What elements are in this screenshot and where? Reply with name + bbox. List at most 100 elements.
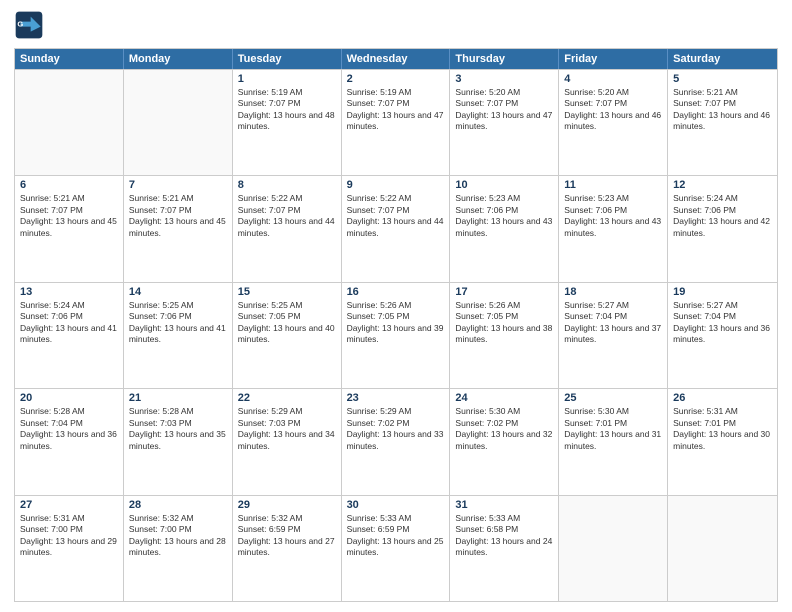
cal-cell-14: 14 Sunrise: 5:25 AMSunset: 7:06 PMDayligh… xyxy=(124,283,233,388)
day-number: 15 xyxy=(238,286,336,298)
cal-cell-empty-0-1 xyxy=(124,70,233,175)
day-of-week-thursday: Thursday xyxy=(450,49,559,69)
day-number: 4 xyxy=(564,73,662,85)
cal-cell-22: 22 Sunrise: 5:29 AMSunset: 7:03 PMDayligh… xyxy=(233,389,342,494)
day-number: 8 xyxy=(238,179,336,191)
cal-cell-15: 15 Sunrise: 5:25 AMSunset: 7:05 PMDayligh… xyxy=(233,283,342,388)
cal-cell-27: 27 Sunrise: 5:31 AMSunset: 7:00 PMDayligh… xyxy=(15,496,124,601)
day-number: 13 xyxy=(20,286,118,298)
day-number: 31 xyxy=(455,499,553,511)
day-number: 1 xyxy=(238,73,336,85)
logo-icon: G xyxy=(14,10,44,40)
day-number: 27 xyxy=(20,499,118,511)
cell-info: Sunrise: 5:31 AMSunset: 7:00 PMDaylight:… xyxy=(20,513,118,559)
day-number: 11 xyxy=(564,179,662,191)
cell-info: Sunrise: 5:19 AMSunset: 7:07 PMDaylight:… xyxy=(347,87,445,133)
cell-info: Sunrise: 5:33 AMSunset: 6:58 PMDaylight:… xyxy=(455,513,553,559)
week-row-2: 6 Sunrise: 5:21 AMSunset: 7:07 PMDaylight… xyxy=(15,175,777,281)
cal-cell-28: 28 Sunrise: 5:32 AMSunset: 7:00 PMDayligh… xyxy=(124,496,233,601)
cal-cell-31: 31 Sunrise: 5:33 AMSunset: 6:58 PMDayligh… xyxy=(450,496,559,601)
day-of-week-friday: Friday xyxy=(559,49,668,69)
day-number: 17 xyxy=(455,286,553,298)
cell-info: Sunrise: 5:20 AMSunset: 7:07 PMDaylight:… xyxy=(455,87,553,133)
header: G xyxy=(14,10,778,40)
cal-cell-empty-4-6 xyxy=(668,496,777,601)
cal-cell-17: 17 Sunrise: 5:26 AMSunset: 7:05 PMDayligh… xyxy=(450,283,559,388)
cell-info: Sunrise: 5:23 AMSunset: 7:06 PMDaylight:… xyxy=(455,193,553,239)
day-number: 14 xyxy=(129,286,227,298)
page: G SundayMondayTuesdayWednesdayThursdayFr… xyxy=(0,0,792,612)
day-of-week-sunday: Sunday xyxy=(15,49,124,69)
cell-info: Sunrise: 5:29 AMSunset: 7:03 PMDaylight:… xyxy=(238,406,336,452)
week-row-5: 27 Sunrise: 5:31 AMSunset: 7:00 PMDayligh… xyxy=(15,495,777,601)
cell-info: Sunrise: 5:21 AMSunset: 7:07 PMDaylight:… xyxy=(129,193,227,239)
cal-cell-20: 20Sunrise: 5:28 AMSunset: 7:04 PMDayligh… xyxy=(15,389,124,494)
day-number: 29 xyxy=(238,499,336,511)
cell-info: Sunrise: 5:20 AMSunset: 7:07 PMDaylight:… xyxy=(564,87,662,133)
calendar-body: 1 Sunrise: 5:19 AMSunset: 7:07 PMDaylight… xyxy=(15,69,777,601)
day-number: 9 xyxy=(347,179,445,191)
cal-cell-9: 9 Sunrise: 5:22 AMSunset: 7:07 PMDaylight… xyxy=(342,176,451,281)
cell-info: Sunrise: 5:25 AMSunset: 7:06 PMDaylight:… xyxy=(129,300,227,346)
week-row-4: 20Sunrise: 5:28 AMSunset: 7:04 PMDayligh… xyxy=(15,388,777,494)
day-number: 21 xyxy=(129,392,227,404)
cal-cell-7: 7 Sunrise: 5:21 AMSunset: 7:07 PMDaylight… xyxy=(124,176,233,281)
cell-info: Sunrise: 5:22 AMSunset: 7:07 PMDaylight:… xyxy=(347,193,445,239)
cal-cell-4: 4 Sunrise: 5:20 AMSunset: 7:07 PMDaylight… xyxy=(559,70,668,175)
cell-info: Sunrise: 5:21 AMSunset: 7:07 PMDaylight:… xyxy=(673,87,772,133)
cal-cell-12: 12 Sunrise: 5:24 AMSunset: 7:06 PMDayligh… xyxy=(668,176,777,281)
cell-info: Sunrise: 5:19 AMSunset: 7:07 PMDaylight:… xyxy=(238,87,336,133)
day-number: 26 xyxy=(673,392,772,404)
day-of-week-saturday: Saturday xyxy=(668,49,777,69)
day-number: 7 xyxy=(129,179,227,191)
day-number: 6 xyxy=(20,179,118,191)
day-number: 28 xyxy=(129,499,227,511)
day-number: 24 xyxy=(455,392,553,404)
cell-info: Sunrise: 5:25 AMSunset: 7:05 PMDaylight:… xyxy=(238,300,336,346)
cal-cell-2: 2Sunrise: 5:19 AMSunset: 7:07 PMDaylight… xyxy=(342,70,451,175)
calendar: SundayMondayTuesdayWednesdayThursdayFrid… xyxy=(14,48,778,602)
calendar-header: SundayMondayTuesdayWednesdayThursdayFrid… xyxy=(15,49,777,69)
day-of-week-wednesday: Wednesday xyxy=(342,49,451,69)
cell-info: Sunrise: 5:33 AMSunset: 6:59 PMDaylight:… xyxy=(347,513,445,559)
cal-cell-26: 26 Sunrise: 5:31 AMSunset: 7:01 PMDayligh… xyxy=(668,389,777,494)
cal-cell-24: 24Sunrise: 5:30 AMSunset: 7:02 PMDayligh… xyxy=(450,389,559,494)
day-number: 22 xyxy=(238,392,336,404)
day-number: 16 xyxy=(347,286,445,298)
week-row-3: 13Sunrise: 5:24 AMSunset: 7:06 PMDayligh… xyxy=(15,282,777,388)
cell-info: Sunrise: 5:24 AMSunset: 7:06 PMDaylight:… xyxy=(673,193,772,239)
day-of-week-tuesday: Tuesday xyxy=(233,49,342,69)
day-number: 5 xyxy=(673,73,772,85)
cal-cell-25: 25Sunrise: 5:30 AMSunset: 7:01 PMDayligh… xyxy=(559,389,668,494)
cal-cell-21: 21Sunrise: 5:28 AMSunset: 7:03 PMDayligh… xyxy=(124,389,233,494)
cal-cell-1: 1 Sunrise: 5:19 AMSunset: 7:07 PMDaylight… xyxy=(233,70,342,175)
day-number: 10 xyxy=(455,179,553,191)
day-number: 23 xyxy=(347,392,445,404)
cell-info: Sunrise: 5:27 AMSunset: 7:04 PMDaylight:… xyxy=(564,300,662,346)
cell-info: Sunrise: 5:31 AMSunset: 7:01 PMDaylight:… xyxy=(673,406,772,452)
day-number: 3 xyxy=(455,73,553,85)
cell-info: Sunrise: 5:29 AMSunset: 7:02 PMDaylight:… xyxy=(347,406,445,452)
cal-cell-3: 3 Sunrise: 5:20 AMSunset: 7:07 PMDaylight… xyxy=(450,70,559,175)
cell-info: Sunrise: 5:32 AMSunset: 6:59 PMDaylight:… xyxy=(238,513,336,559)
day-number: 12 xyxy=(673,179,772,191)
cell-info: Sunrise: 5:32 AMSunset: 7:00 PMDaylight:… xyxy=(129,513,227,559)
cell-info: Sunrise: 5:27 AMSunset: 7:04 PMDaylight:… xyxy=(673,300,772,346)
cell-info: Sunrise: 5:23 AMSunset: 7:06 PMDaylight:… xyxy=(564,193,662,239)
cal-cell-13: 13Sunrise: 5:24 AMSunset: 7:06 PMDayligh… xyxy=(15,283,124,388)
cal-cell-18: 18 Sunrise: 5:27 AMSunset: 7:04 PMDayligh… xyxy=(559,283,668,388)
cell-info: Sunrise: 5:22 AMSunset: 7:07 PMDaylight:… xyxy=(238,193,336,239)
day-number: 18 xyxy=(564,286,662,298)
week-row-1: 1 Sunrise: 5:19 AMSunset: 7:07 PMDaylight… xyxy=(15,69,777,175)
cal-cell-empty-4-5 xyxy=(559,496,668,601)
cal-cell-11: 11 Sunrise: 5:23 AMSunset: 7:06 PMDayligh… xyxy=(559,176,668,281)
cell-info: Sunrise: 5:21 AMSunset: 7:07 PMDaylight:… xyxy=(20,193,118,239)
cell-info: Sunrise: 5:26 AMSunset: 7:05 PMDaylight:… xyxy=(347,300,445,346)
cal-cell-10: 10 Sunrise: 5:23 AMSunset: 7:06 PMDayligh… xyxy=(450,176,559,281)
cell-info: Sunrise: 5:26 AMSunset: 7:05 PMDaylight:… xyxy=(455,300,553,346)
cell-info: Sunrise: 5:28 AMSunset: 7:04 PMDaylight:… xyxy=(20,406,118,452)
cal-cell-6: 6 Sunrise: 5:21 AMSunset: 7:07 PMDaylight… xyxy=(15,176,124,281)
logo: G xyxy=(14,10,48,40)
cal-cell-19: 19 Sunrise: 5:27 AMSunset: 7:04 PMDayligh… xyxy=(668,283,777,388)
day-number: 19 xyxy=(673,286,772,298)
